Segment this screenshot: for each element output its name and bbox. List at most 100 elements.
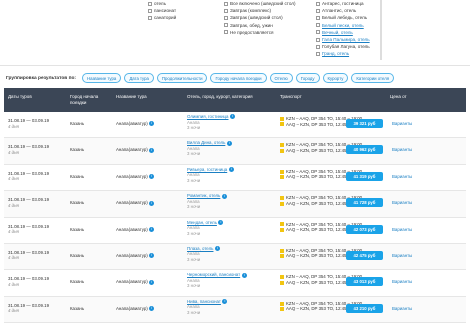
checkbox[interactable] [224,8,228,13]
tour-cell: Анапа(авиатур) i [116,253,155,259]
filter-option[interactable]: пансионат [148,7,176,14]
price-button[interactable]: 41 319 руб [346,171,383,181]
price-button[interactable]: 41 728 руб [346,198,383,208]
hotel-link[interactable]: Олимпия, гостиница [187,114,229,119]
city-cell: Казань [70,200,85,206]
table-header: Даты туров Город начала поездки Название… [4,88,466,112]
warning-icon [280,143,284,148]
info-icon[interactable]: i [149,121,155,127]
group-by-city-start-button[interactable]: Городу начала поездки [210,73,267,83]
info-icon[interactable]: i [149,147,155,153]
filter-option[interactable]: Белый лебедь, отель [316,14,386,21]
hotel-cell: Романтик, отель i Анапа 3 ночи [187,193,227,210]
filter-option[interactable]: Завтрак, обед, ужин [224,22,296,29]
checkbox[interactable] [316,44,320,49]
variants-link[interactable]: Варианты [392,200,412,205]
checkbox[interactable] [316,8,320,13]
filter-option[interactable]: Гранд, отель [316,50,386,57]
info-icon[interactable]: i [149,253,155,259]
checkbox[interactable] [224,1,228,6]
filter-option[interactable]: Атлантис, отель [316,7,386,14]
filter-option[interactable]: Голубая Лагуна, отель [316,43,386,50]
price-button[interactable]: 42 475 руб [346,250,383,260]
info-icon[interactable]: i [221,193,227,199]
hotel-type-filter: отель пансионат санаторий [148,0,176,22]
variants-link[interactable]: Варианты [392,279,412,284]
filter-option[interactable]: Завтрак (комплекс) [224,7,296,14]
checkbox[interactable] [316,30,320,35]
group-by-category-button[interactable]: Категории отеля [351,73,395,83]
hotel-cell: Олимпия, гостиница i Анапа 3 ночи [187,114,235,131]
info-icon[interactable]: i [149,200,155,206]
info-icon[interactable]: i [149,226,155,232]
hotel-filter-list[interactable]: Антарес, гостиница Атлантис, отель Белый… [316,0,386,60]
price-button[interactable]: 40 962 руб [346,145,383,155]
info-icon[interactable]: i [149,174,155,180]
hotel-link[interactable]: Ривьера, гостиница [187,167,227,172]
dates-cell: 31.08.19 — 03.09.19 4 дня [8,276,50,287]
info-icon[interactable]: i [149,306,155,312]
filter-option[interactable]: отель [148,0,176,7]
scrollbar[interactable] [380,0,382,60]
checkbox[interactable] [316,15,320,20]
checkbox[interactable] [224,23,228,28]
info-icon[interactable]: i [226,140,232,146]
filter-option[interactable]: Белый пески, отель [316,22,386,29]
checkbox[interactable] [316,23,320,28]
group-by-hotel-button[interactable]: Отелю [269,73,293,83]
checkbox[interactable] [148,15,152,20]
variants-link[interactable]: Варианты [392,253,412,258]
checkbox[interactable] [148,1,152,6]
variants-link[interactable]: Варианты [392,121,412,126]
price-button[interactable]: 43 210 руб [346,303,383,313]
checkbox[interactable] [316,37,320,42]
group-by-city-button[interactable]: Городу [295,73,320,83]
table-row: 31.08.19 — 03.09.19 4 дня Казань Анапа(авиа… [4,138,466,165]
table-row: 31.08.19 — 03.09.19 4 дня Казань Анапа(авиа… [4,243,466,271]
variants-link[interactable]: Варианты [392,306,412,311]
hotel-link[interactable]: Нива, пансионат [187,299,221,304]
info-icon[interactable]: i [230,114,235,120]
filter-option[interactable]: Антарес, гостиница [316,0,386,7]
filter-option[interactable]: санаторий [148,14,176,21]
filter-option[interactable]: Не предоставляется [224,29,296,36]
checkbox[interactable] [148,8,152,13]
variants-link[interactable]: Варианты [392,174,412,179]
warning-icon [280,280,284,285]
price-button[interactable]: 42 073 руб [346,224,383,234]
col-header-hotel: Отель, город, курорт, категория [187,94,253,99]
hotel-link[interactable]: Плаза, отель [187,246,213,251]
col-header-transport: Транспорт [280,94,302,99]
group-by-duration-button[interactable]: Продолжительности [156,73,208,83]
info-icon[interactable]: i [241,272,247,278]
price-button[interactable]: 43 013 руб [346,277,383,287]
group-by-tour-button[interactable]: Название тура [82,73,122,83]
hotel-cell: Черноморский, пансионат i Анапа 3 ночи [187,272,247,289]
variants-link[interactable]: Варианты [392,227,412,232]
info-icon[interactable]: i [149,279,155,285]
info-icon[interactable]: i [218,219,224,225]
warning-icon [280,301,284,306]
table-row: 31.08.19 — 03.09.19 4 дня Казань Анапа(авиа… [4,191,466,218]
col-header-dates: Даты туров [8,94,32,99]
group-by-date-button[interactable]: Дата тура [124,73,154,83]
checkbox[interactable] [316,51,320,56]
hotel-link[interactable]: Черноморский, пансионат [187,272,240,277]
checkbox[interactable] [224,30,228,35]
filter-option[interactable]: Завтрак (шведский стол) [224,14,296,21]
info-icon[interactable]: i [214,246,220,252]
hotel-link[interactable]: Романтик, отель [187,193,220,198]
hotel-link[interactable]: Вилла Дина, отель [187,140,225,145]
price-button[interactable]: 39 321 руб [346,119,383,128]
filter-option[interactable]: Вечный, отель [316,29,386,36]
filter-option[interactable]: Гала Пальмира, отель [316,36,386,43]
filter-option[interactable]: Все включено (шведский стол) [224,0,296,7]
hotel-link[interactable]: Мендан, отель [187,220,217,225]
checkbox[interactable] [224,15,228,20]
info-icon[interactable]: i [228,167,234,173]
checkbox[interactable] [316,1,320,6]
city-cell: Казань [70,147,85,153]
group-by-resort-button[interactable]: Курорту [322,73,349,83]
variants-link[interactable]: Варианты [392,147,412,152]
dates-cell: 31.08.19 — 03.09.19 4 дня [8,302,50,314]
